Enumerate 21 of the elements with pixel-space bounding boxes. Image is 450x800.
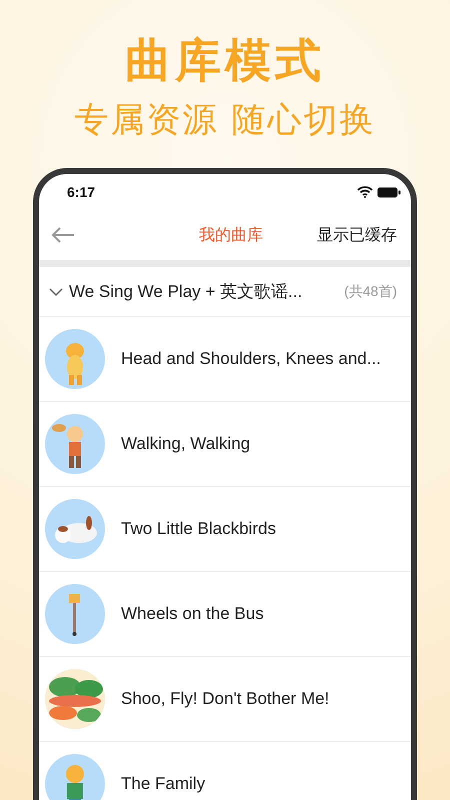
song-row[interactable]: Shoo, Fly! Don't Bother Me! [39, 657, 411, 742]
song-row[interactable]: Wheels on the Bus [39, 572, 411, 657]
song-title: Head and Shoulders, Knees and... [121, 349, 381, 369]
song-row[interactable]: Two Little Blackbirds [39, 487, 411, 572]
song-row[interactable]: The Family [39, 742, 411, 800]
song-title: Shoo, Fly! Don't Bother Me! [121, 689, 330, 709]
wifi-icon [357, 186, 373, 198]
song-row[interactable]: Walking, Walking [39, 402, 411, 487]
nav-title: 我的曲库 [198, 226, 264, 246]
song-title: Wheels on the Bus [121, 604, 264, 624]
status-time: 6:17 [67, 184, 96, 200]
song-row[interactable]: Head and Shoulders, Knees and... [39, 317, 411, 402]
back-arrow-icon[interactable] [51, 227, 75, 243]
song-title: Two Little Blackbirds [121, 519, 276, 539]
song-title: Walking, Walking [121, 434, 250, 454]
promo-subtitle: 专属资源 随心切换 [74, 99, 376, 142]
song-title: The Family [121, 774, 206, 794]
song-count: (共48首) [344, 282, 397, 300]
battery-icon [377, 186, 401, 198]
show-cached-button[interactable]: 显示已缓存 [317, 224, 397, 246]
promo-title: 曲库模式 [125, 32, 325, 88]
